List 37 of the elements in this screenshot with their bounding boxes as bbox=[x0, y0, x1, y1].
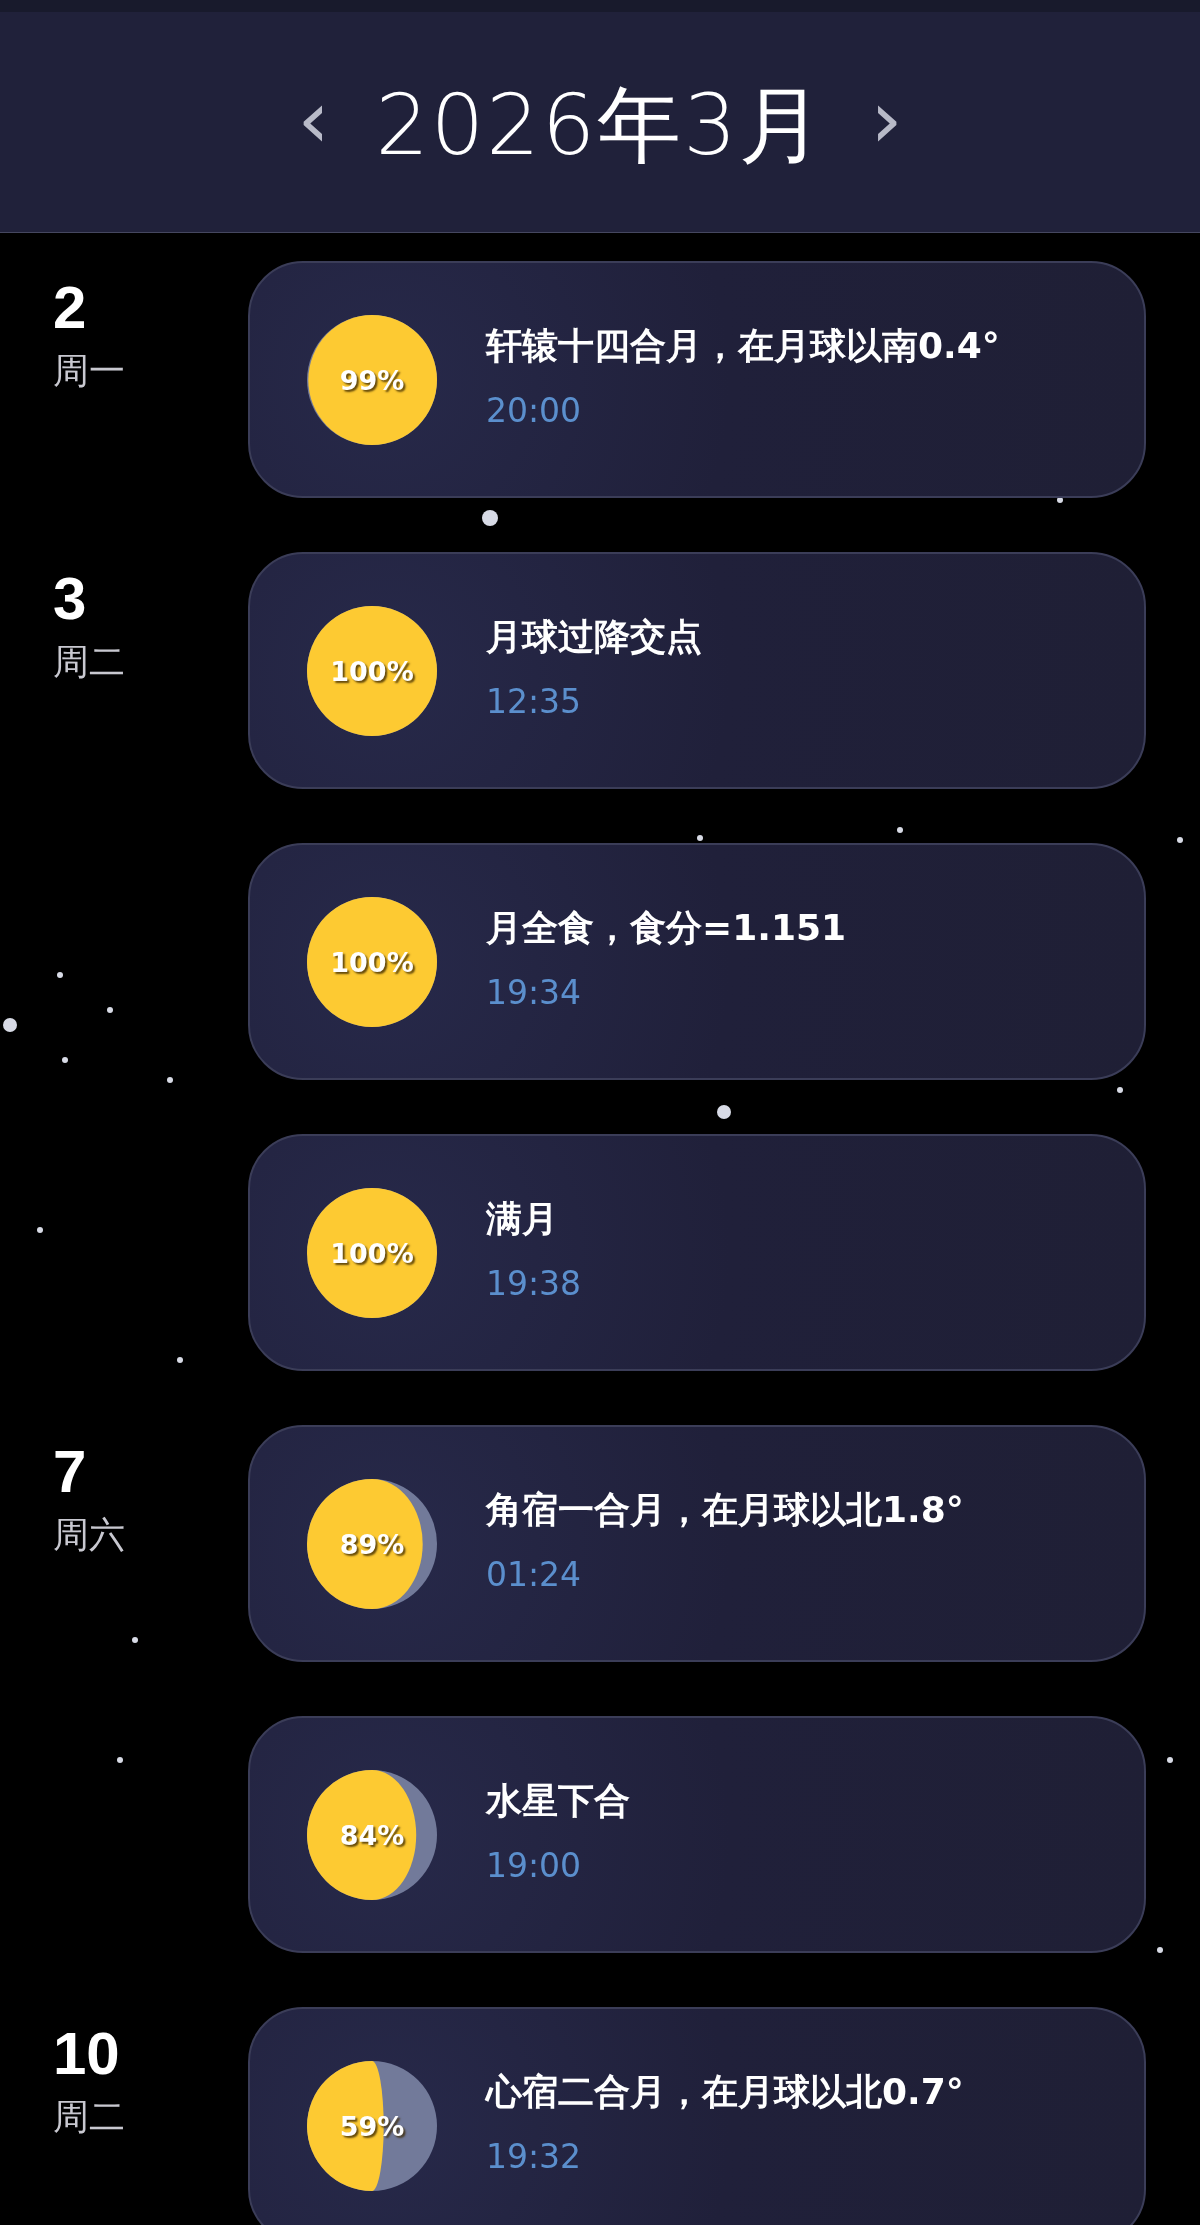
event-title: 满月 bbox=[486, 1196, 559, 1241]
event-title: 心宿二合月，在月球以北0.7° bbox=[486, 2069, 964, 2114]
weekday-label: 周二 bbox=[53, 2095, 125, 2139]
event-time: 19:32 bbox=[486, 2136, 583, 2176]
illumination-percent: 89% bbox=[339, 1528, 405, 1559]
event-card[interactable]: 89% 角宿一合月，在月球以北1.8° 01:24 bbox=[248, 1425, 1146, 1662]
event-time: 19:00 bbox=[486, 1845, 583, 1885]
illumination-percent: 100% bbox=[330, 1237, 414, 1268]
event-title: 月全食，食分=1.151 bbox=[486, 905, 847, 950]
illumination-percent: 99% bbox=[339, 364, 405, 395]
event-time: 12:35 bbox=[486, 681, 583, 721]
event-title: 轩辕十四合月，在月球以南0.4° bbox=[486, 323, 1000, 368]
event-time: 19:38 bbox=[486, 1263, 582, 1303]
event-card[interactable]: 100% 月球过降交点 12:35 bbox=[248, 552, 1146, 789]
day-number: 10 bbox=[53, 2021, 120, 2087]
event-title: 月球过降交点 bbox=[486, 614, 702, 659]
next-month-button[interactable]: › bbox=[864, 80, 909, 172]
weekday-label: 周六 bbox=[53, 1513, 125, 1557]
day-number: 3 bbox=[53, 566, 87, 632]
event-title: 角宿一合月，在月球以北1.8° bbox=[486, 1487, 964, 1532]
day-number: 2 bbox=[53, 275, 87, 341]
month-title: 2026年3月 bbox=[375, 75, 825, 176]
event-card[interactable]: 100% 满月 19:38 bbox=[248, 1134, 1146, 1371]
event-time: 01:24 bbox=[486, 1554, 583, 1594]
event-card[interactable]: 100% 月全食，食分=1.151 19:34 bbox=[248, 843, 1146, 1080]
event-card[interactable]: 84% 水星下合 19:00 bbox=[248, 1716, 1146, 1953]
event-time: 20:00 bbox=[486, 390, 583, 430]
weekday-label: 周一 bbox=[53, 349, 125, 393]
weekday-label: 周二 bbox=[53, 640, 125, 684]
event-card[interactable]: 99% 轩辕十四合月，在月球以南0.4° 20:00 bbox=[248, 261, 1146, 498]
previous-month-button[interactable]: ‹ bbox=[291, 80, 336, 172]
day-number: 7 bbox=[53, 1439, 87, 1505]
illumination-percent: 100% bbox=[330, 655, 414, 686]
event-time: 19:34 bbox=[486, 972, 583, 1012]
illumination-percent: 100% bbox=[330, 946, 414, 977]
event-title: 水星下合 bbox=[486, 1778, 630, 1823]
illumination-percent: 84% bbox=[339, 1819, 405, 1850]
